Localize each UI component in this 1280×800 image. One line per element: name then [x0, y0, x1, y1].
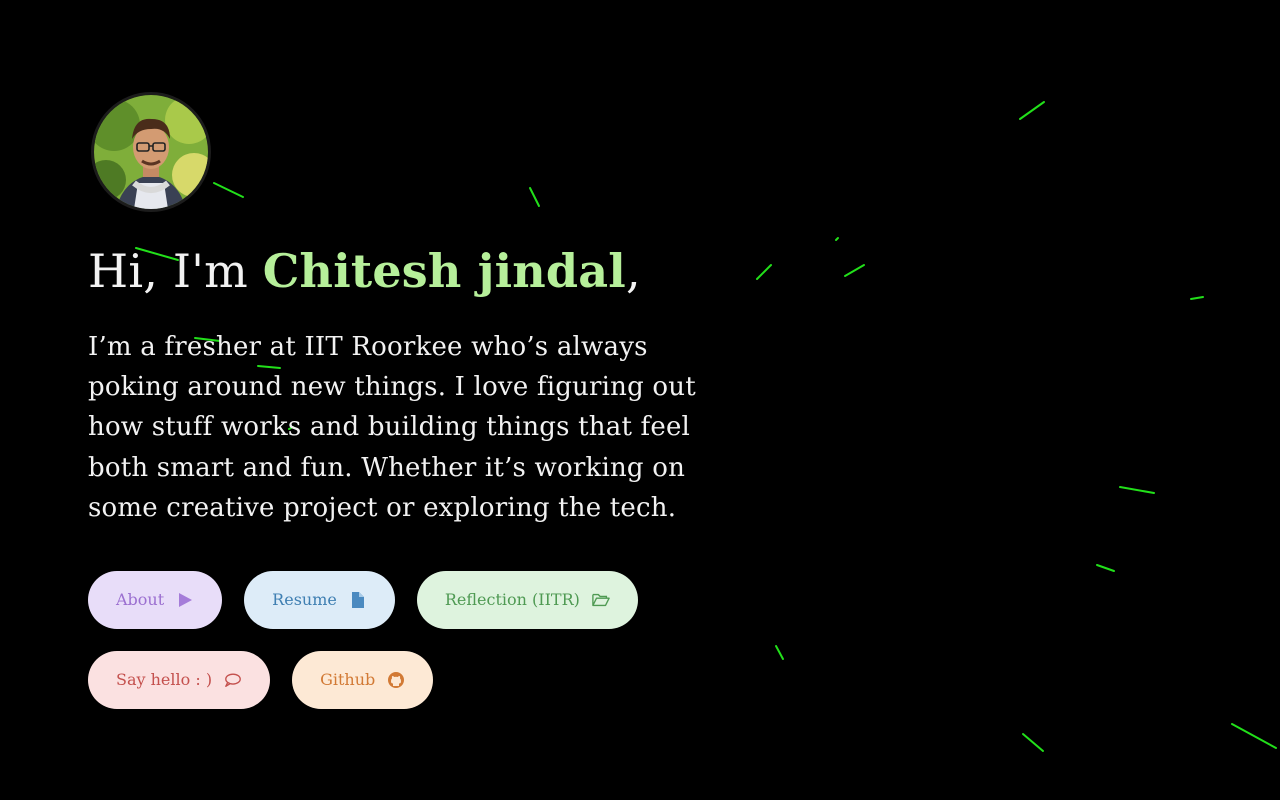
hero-section: Hi, I'm Chitesh jindal, I’m a fresher at… [88, 92, 728, 709]
name-text: Chitesh jindal [262, 244, 626, 298]
avatar [91, 92, 211, 212]
github-button[interactable]: Github [292, 650, 434, 709]
streak [756, 264, 772, 280]
page-title: Hi, I'm Chitesh jindal, [88, 246, 728, 297]
chat-bubble-icon [224, 671, 242, 689]
resume-label: Resume [272, 590, 337, 610]
avatar-portrait [94, 95, 208, 209]
say-hello-button[interactable]: Say hello : ) [88, 650, 271, 709]
streak [1019, 101, 1045, 120]
title-comma: , [625, 244, 641, 298]
streak [1190, 296, 1204, 300]
github-label: Github [320, 670, 376, 690]
reflection-button[interactable]: Reflection (IITR) [416, 570, 638, 629]
greeting-text: Hi, I'm [88, 244, 263, 298]
streak [775, 645, 784, 660]
reflection-label: Reflection (IITR) [444, 590, 580, 610]
streak [1022, 733, 1044, 752]
github-icon [387, 671, 405, 689]
streak [1096, 564, 1115, 572]
streak [1119, 486, 1155, 494]
streak [1231, 723, 1277, 749]
about-label: About [116, 590, 165, 610]
folder-open-icon [592, 591, 610, 609]
streak [835, 237, 839, 241]
say-hello-label: Say hello : ) [116, 670, 213, 690]
play-icon [176, 591, 194, 609]
about-button[interactable]: About [88, 570, 223, 629]
streak [844, 264, 865, 277]
document-icon [349, 591, 367, 609]
bio-paragraph: I’m a fresher at IIT Roorkee who’s alway… [88, 331, 696, 524]
link-buttons: About Resume Reflection (IITR) Say hello… [88, 570, 708, 709]
resume-button[interactable]: Resume [244, 570, 395, 629]
